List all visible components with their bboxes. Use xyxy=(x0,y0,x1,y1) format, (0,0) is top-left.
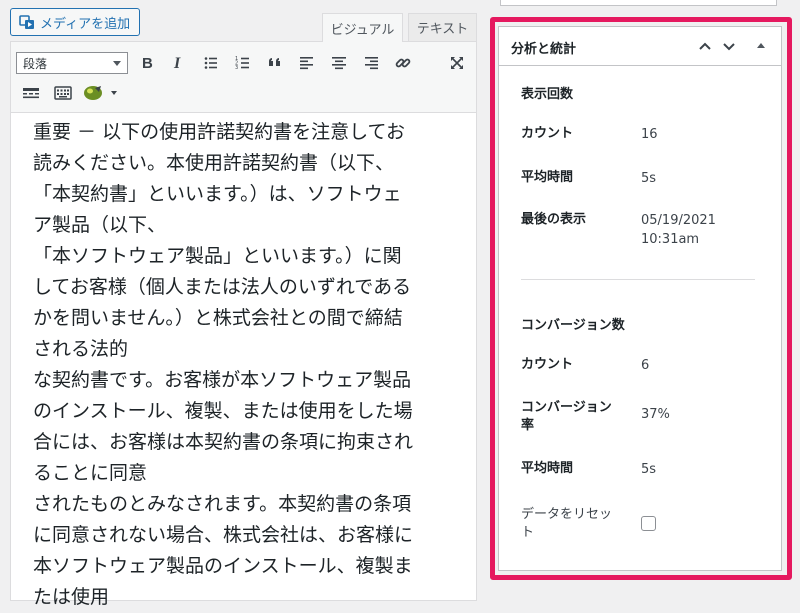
reset-data-checkbox[interactable] xyxy=(641,516,656,531)
section-divider xyxy=(521,279,755,280)
plugin-dropdown-button[interactable] xyxy=(81,81,121,105)
last-view-time: 10:31am xyxy=(641,232,700,247)
blockquote-icon[interactable] xyxy=(263,51,287,75)
tab-visual[interactable]: ビジュアル xyxy=(322,13,403,42)
format-select[interactable]: 段落 xyxy=(16,52,128,74)
align-left-icon[interactable] xyxy=(295,51,319,75)
conversions-avg-value: 5s xyxy=(641,462,657,477)
views-count-label: カウント xyxy=(521,126,574,141)
editor-toolbar: 段落 B I 1 2 3 xyxy=(11,42,476,113)
format-select-value: 段落 xyxy=(23,56,48,71)
conversion-rate-value: 37% xyxy=(641,407,670,422)
panel-header[interactable]: 分析と統計 xyxy=(499,27,781,66)
fullscreen-icon[interactable] xyxy=(445,51,469,75)
content-line: に同意されない場合、株式会社は、お客様に xyxy=(33,524,414,546)
editor: 段落 B I 1 2 3 重要 － 以下の使用許諾契約書を注意してお 読みくださ… xyxy=(10,41,477,608)
views-avg-value: 5s xyxy=(641,171,657,186)
reset-data-label-1: データをリセッ xyxy=(521,507,613,522)
bold-button[interactable]: B xyxy=(135,51,159,75)
reset-data-label-2: ト xyxy=(521,525,535,540)
views-avg-label: 平均時間 xyxy=(521,170,574,185)
italic-button[interactable]: I xyxy=(166,51,190,75)
last-view-date: 05/19/2021 xyxy=(641,213,716,228)
conversions-count-label: カウント xyxy=(521,357,574,372)
svg-text:I: I xyxy=(173,55,181,71)
keyboard-icon[interactable] xyxy=(51,81,75,105)
align-right-icon[interactable] xyxy=(359,51,383,75)
bullet-list-icon[interactable] xyxy=(199,51,223,75)
content-line: してお客様（個人または法人のいずれである xyxy=(33,276,412,298)
content-line: たは使用 xyxy=(33,586,110,608)
triangle-up-icon xyxy=(757,43,765,48)
chevron-up-icon xyxy=(699,42,711,50)
tab-text[interactable]: テキスト xyxy=(408,13,477,41)
content-line: 「本契約書」といいます。）は、ソフトウェ xyxy=(33,183,402,205)
content-line: されたものとみなされます。本契約書の条項 xyxy=(33,493,412,515)
conversions-heading: コンバージョン数 xyxy=(521,318,625,333)
add-media-button[interactable]: メディアを追加 xyxy=(10,8,140,36)
content-line: 「本ソフトウェア製品」といいます。）に関 xyxy=(33,245,402,267)
align-center-icon[interactable] xyxy=(327,51,351,75)
content-line: かを問いません。）と株式会社との間で締結 xyxy=(33,307,403,329)
views-heading: 表示回数 xyxy=(521,87,574,102)
editor-content[interactable]: 重要 － 以下の使用許諾契約書を注意してお 読みください。本使用許諾契約書（以下、… xyxy=(33,117,463,613)
conversion-rate-label-2: 率 xyxy=(521,418,535,433)
conversions-avg-label: 平均時間 xyxy=(521,461,574,476)
last-view-label: 最後の表示 xyxy=(521,212,587,227)
move-up-button[interactable] xyxy=(695,36,715,56)
chevron-down-icon xyxy=(723,43,735,51)
views-count-value: 16 xyxy=(641,127,658,142)
svg-text:3: 3 xyxy=(235,65,238,71)
collapse-toggle-button[interactable] xyxy=(751,36,771,56)
content-line: 重要 － 以下の使用許諾契約書を注意してお xyxy=(33,121,405,143)
content-line: される法的 xyxy=(33,338,129,360)
link-icon[interactable] xyxy=(391,51,415,75)
content-line: な契約書です。お客様が本ソフトウェア製品 xyxy=(33,369,412,391)
svg-text:B: B xyxy=(142,55,153,71)
top-field xyxy=(500,0,777,6)
chevron-down-icon xyxy=(113,61,121,66)
content-line: ることに同意 xyxy=(33,462,148,484)
content-line: ア製品（以下、 xyxy=(33,214,167,236)
media-icon xyxy=(19,14,35,30)
panel-title: 分析と統計 xyxy=(511,42,577,57)
conversion-rate-label-1: コンバージョン xyxy=(521,400,612,415)
move-down-button[interactable] xyxy=(719,36,739,56)
content-line: 本ソフトウェア製品のインストール、複製ま xyxy=(33,555,413,577)
content-line: のインストール、複製、または使用をした場 xyxy=(33,400,413,422)
add-media-label: メディアを追加 xyxy=(40,16,131,32)
conversions-count-value: 6 xyxy=(641,358,650,373)
read-more-icon[interactable] xyxy=(19,81,43,105)
content-line: 読みください。本使用許諾契約書（以下、 xyxy=(33,152,395,174)
numbered-list-icon[interactable]: 1 2 3 xyxy=(231,51,255,75)
analytics-panel: 分析と統計 表示回数 カウント 16 平均時間 5s 最後の表示 05/19/2… xyxy=(498,26,782,571)
content-line: 合には、お客様は本契約書の条項に拘束され xyxy=(33,431,414,453)
